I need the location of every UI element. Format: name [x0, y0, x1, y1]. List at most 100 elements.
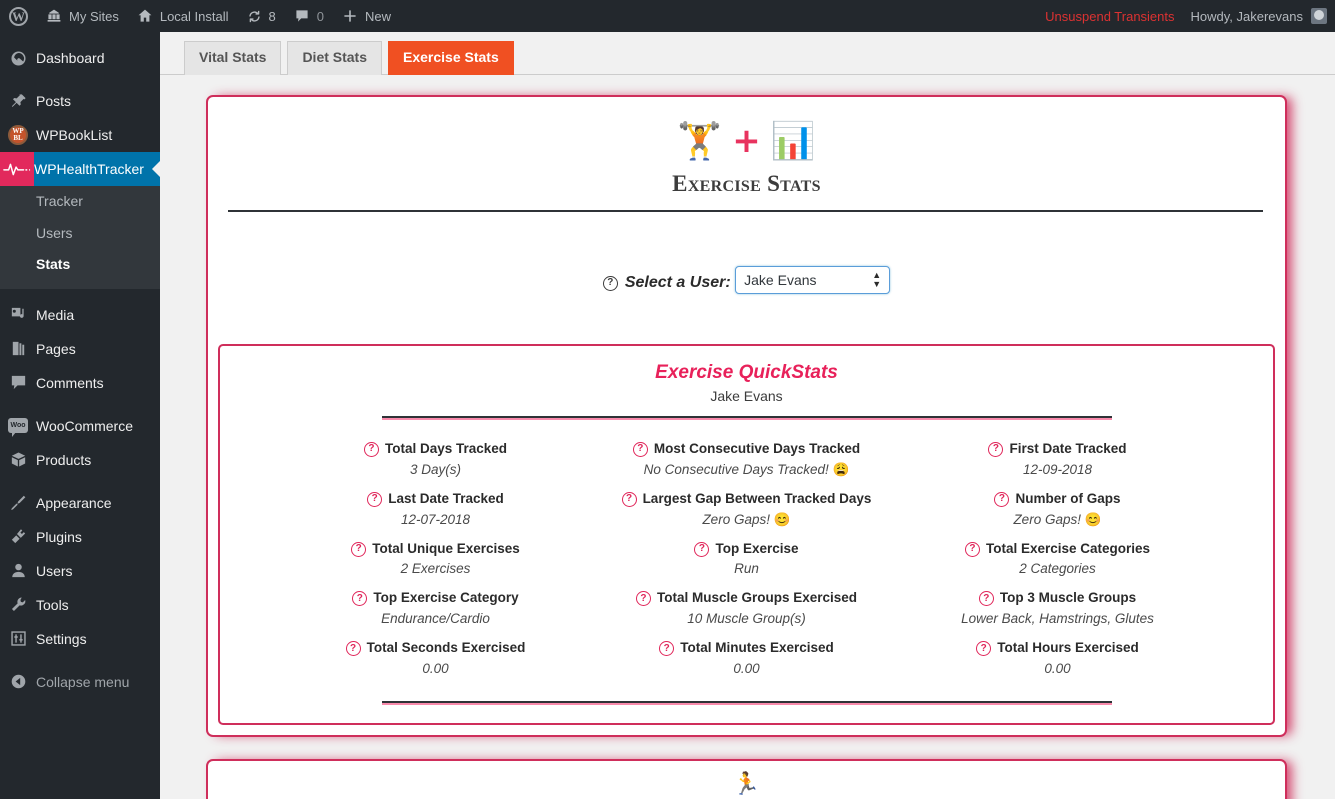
help-icon[interactable]: ?	[351, 541, 367, 557]
stat-label: Number of Gaps	[1015, 490, 1121, 506]
stat-value-text: Lower Back, Hamstrings, Glutes	[961, 611, 1154, 627]
tab-diet-stats[interactable]: Diet Stats	[287, 41, 383, 75]
menu-spacer	[0, 32, 160, 41]
sidebar-subitem-tracker[interactable]: Tracker	[0, 186, 160, 218]
help-icon[interactable]: ?	[602, 275, 618, 291]
admin-bar-updates-count: 8	[268, 8, 276, 24]
admin-bar-my-sites[interactable]: My Sites	[37, 0, 128, 32]
help-icon[interactable]: ?	[659, 641, 675, 657]
sites-icon	[46, 8, 62, 24]
sidebar-item-appearance[interactable]: Appearance	[0, 486, 160, 520]
sidebar-item-pages[interactable]: Pages	[0, 332, 160, 366]
stat-label: Total Seconds Exercised	[366, 640, 526, 656]
admin-bar-comments[interactable]: 0	[285, 0, 333, 32]
stat-label: Total Exercise Categories	[985, 540, 1151, 556]
help-icon[interactable]: ?	[976, 641, 992, 657]
help-icon[interactable]: ?	[978, 591, 994, 607]
stat-value: 0.00	[906, 660, 1209, 679]
admin-bar-updates[interactable]: 8	[238, 0, 285, 32]
stat-label: Total Muscle Groups Exercised	[656, 590, 858, 606]
tab-exercise-stats[interactable]: Exercise Stats	[388, 41, 514, 75]
stat-value-text: 10 Muscle Group(s)	[687, 611, 806, 627]
help-icon[interactable]: ?	[367, 491, 383, 507]
comments-icon	[294, 8, 310, 24]
sidebar-item-tools[interactable]: Tools	[0, 588, 160, 622]
quickstats-bottom-divider	[381, 700, 1112, 705]
stat-label-row: ? Largest Gap Between Tracked Days	[595, 490, 898, 509]
wordpress-logo-menu[interactable]: W	[0, 0, 37, 32]
select-user-value: Jake Evans	[744, 272, 817, 288]
sidebar-item-tools-label: Tools	[36, 596, 69, 613]
stat-label-row: ? Total Muscle Groups Exercised	[595, 589, 898, 608]
sidebar-item-products[interactable]: Products	[0, 443, 160, 477]
sidebar-item-products-label: Products	[36, 451, 92, 468]
stat-value: No Consecutive Days Tracked! 😩	[595, 461, 898, 480]
stat-value: Endurance/Cardio	[284, 610, 587, 629]
stat-cell: ? Top 3 Muscle Groups Lower Back, Hamstr…	[902, 589, 1213, 629]
stat-label-row: ? Total Seconds Exercised	[284, 639, 587, 658]
help-icon[interactable]: ?	[632, 441, 648, 457]
help-icon[interactable]: ?	[635, 591, 651, 607]
stat-label: Most Consecutive Days Tracked	[653, 441, 861, 456]
woocommerce-icon: Woo	[0, 418, 36, 438]
sidebar-item-dashboard[interactable]: Dashboard	[0, 41, 160, 75]
plus-icon	[342, 8, 358, 24]
sidebar-item-wphealthtracker[interactable]: WPHealthTracker	[0, 152, 160, 186]
plus-icon: +	[732, 121, 761, 161]
stat-value: 2 Categories	[906, 560, 1209, 579]
help-icon[interactable]: ?	[621, 491, 637, 507]
sidebar-item-comments[interactable]: Comments	[0, 366, 160, 400]
sidebar-item-posts[interactable]: Posts	[0, 84, 160, 118]
sidebar-item-wpbooklist[interactable]: WP BL WPBookList	[0, 118, 160, 152]
sidebar-subitem-stats[interactable]: Stats	[0, 249, 160, 281]
stat-cell: ? Total Unique Exercises 2 Exercises	[280, 540, 591, 580]
stat-value-text: 3 Day(s)	[409, 461, 461, 477]
sidebar-item-woocommerce-label: WooCommerce	[36, 417, 133, 434]
help-icon[interactable]: ?	[352, 591, 368, 607]
unsuspend-transients-button[interactable]: Unsuspend Transients	[1033, 9, 1186, 24]
admin-bar-comments-count: 0	[316, 8, 324, 24]
home-icon	[137, 8, 153, 24]
heartbeat-badge	[0, 152, 34, 186]
tab-vital-stats[interactable]: Vital Stats	[184, 41, 282, 75]
stat-cell: ? First Date Tracked 12-09-2018	[902, 440, 1213, 480]
settings-icon	[0, 629, 36, 648]
sidebar-item-woocommerce[interactable]: Woo WooCommerce	[0, 409, 160, 443]
sidebar-item-users[interactable]: Users	[0, 554, 160, 588]
stat-value: 12-09-2018	[906, 461, 1209, 480]
stat-value: Zero Gaps! 😊	[595, 511, 898, 530]
sidebar-item-settings[interactable]: Settings	[0, 622, 160, 656]
admin-bar-site-name[interactable]: Local Install	[128, 0, 238, 32]
sidebar-item-plugins[interactable]: Plugins	[0, 520, 160, 554]
help-icon[interactable]: ?	[345, 641, 361, 657]
sidebar-item-media[interactable]: Media	[0, 298, 160, 332]
stat-cell: ? Most Consecutive Days Tracked No Conse…	[591, 440, 902, 480]
stat-label: Top Exercise	[715, 540, 799, 556]
stat-label: Total Hours Exercised	[997, 640, 1139, 656]
sidebar-item-comments-label: Comments	[36, 374, 104, 391]
quickstats-title: Exercise QuickStats	[655, 362, 838, 383]
stat-label-row: ? Total Days Tracked	[284, 440, 587, 459]
stat-label-row: ? Number of Gaps	[906, 490, 1209, 509]
sidebar-item-posts-label: Posts	[36, 93, 72, 109]
help-icon[interactable]: ?	[988, 441, 1004, 457]
stat-emoji: 😊	[1084, 511, 1102, 527]
sidebar-submenu-wphealthtracker: Tracker Users Stats	[0, 186, 160, 289]
sidebar-subitem-users[interactable]: Users	[0, 218, 160, 250]
stat-value-text: Zero Gaps!	[1013, 511, 1081, 527]
comments-icon	[0, 373, 36, 392]
help-icon[interactable]: ?	[363, 441, 379, 457]
help-icon[interactable]: ?	[994, 491, 1010, 507]
stat-label: Largest Gap Between Tracked Days	[642, 490, 872, 506]
admin-bar-my-account[interactable]: Howdy, Jakerevans	[1187, 8, 1335, 24]
stat-value: Lower Back, Hamstrings, Glutes	[906, 610, 1209, 629]
select-user-dropdown[interactable]: Jake Evans ▲ ▼	[735, 266, 891, 294]
stats-tab-bar: Vital Stats Diet Stats Exercise Stats	[160, 32, 1335, 75]
stat-value: 10 Muscle Group(s)	[595, 610, 898, 629]
help-icon[interactable]: ?	[964, 541, 980, 557]
admin-bar-new-content[interactable]: New	[333, 0, 400, 32]
stat-cell: ? Total Seconds Exercised 0.00	[280, 639, 591, 679]
collapse-menu-button[interactable]: Collapse menu	[0, 665, 160, 699]
help-icon[interactable]: ?	[694, 541, 710, 557]
stat-value: 2 Exercises	[284, 560, 587, 579]
